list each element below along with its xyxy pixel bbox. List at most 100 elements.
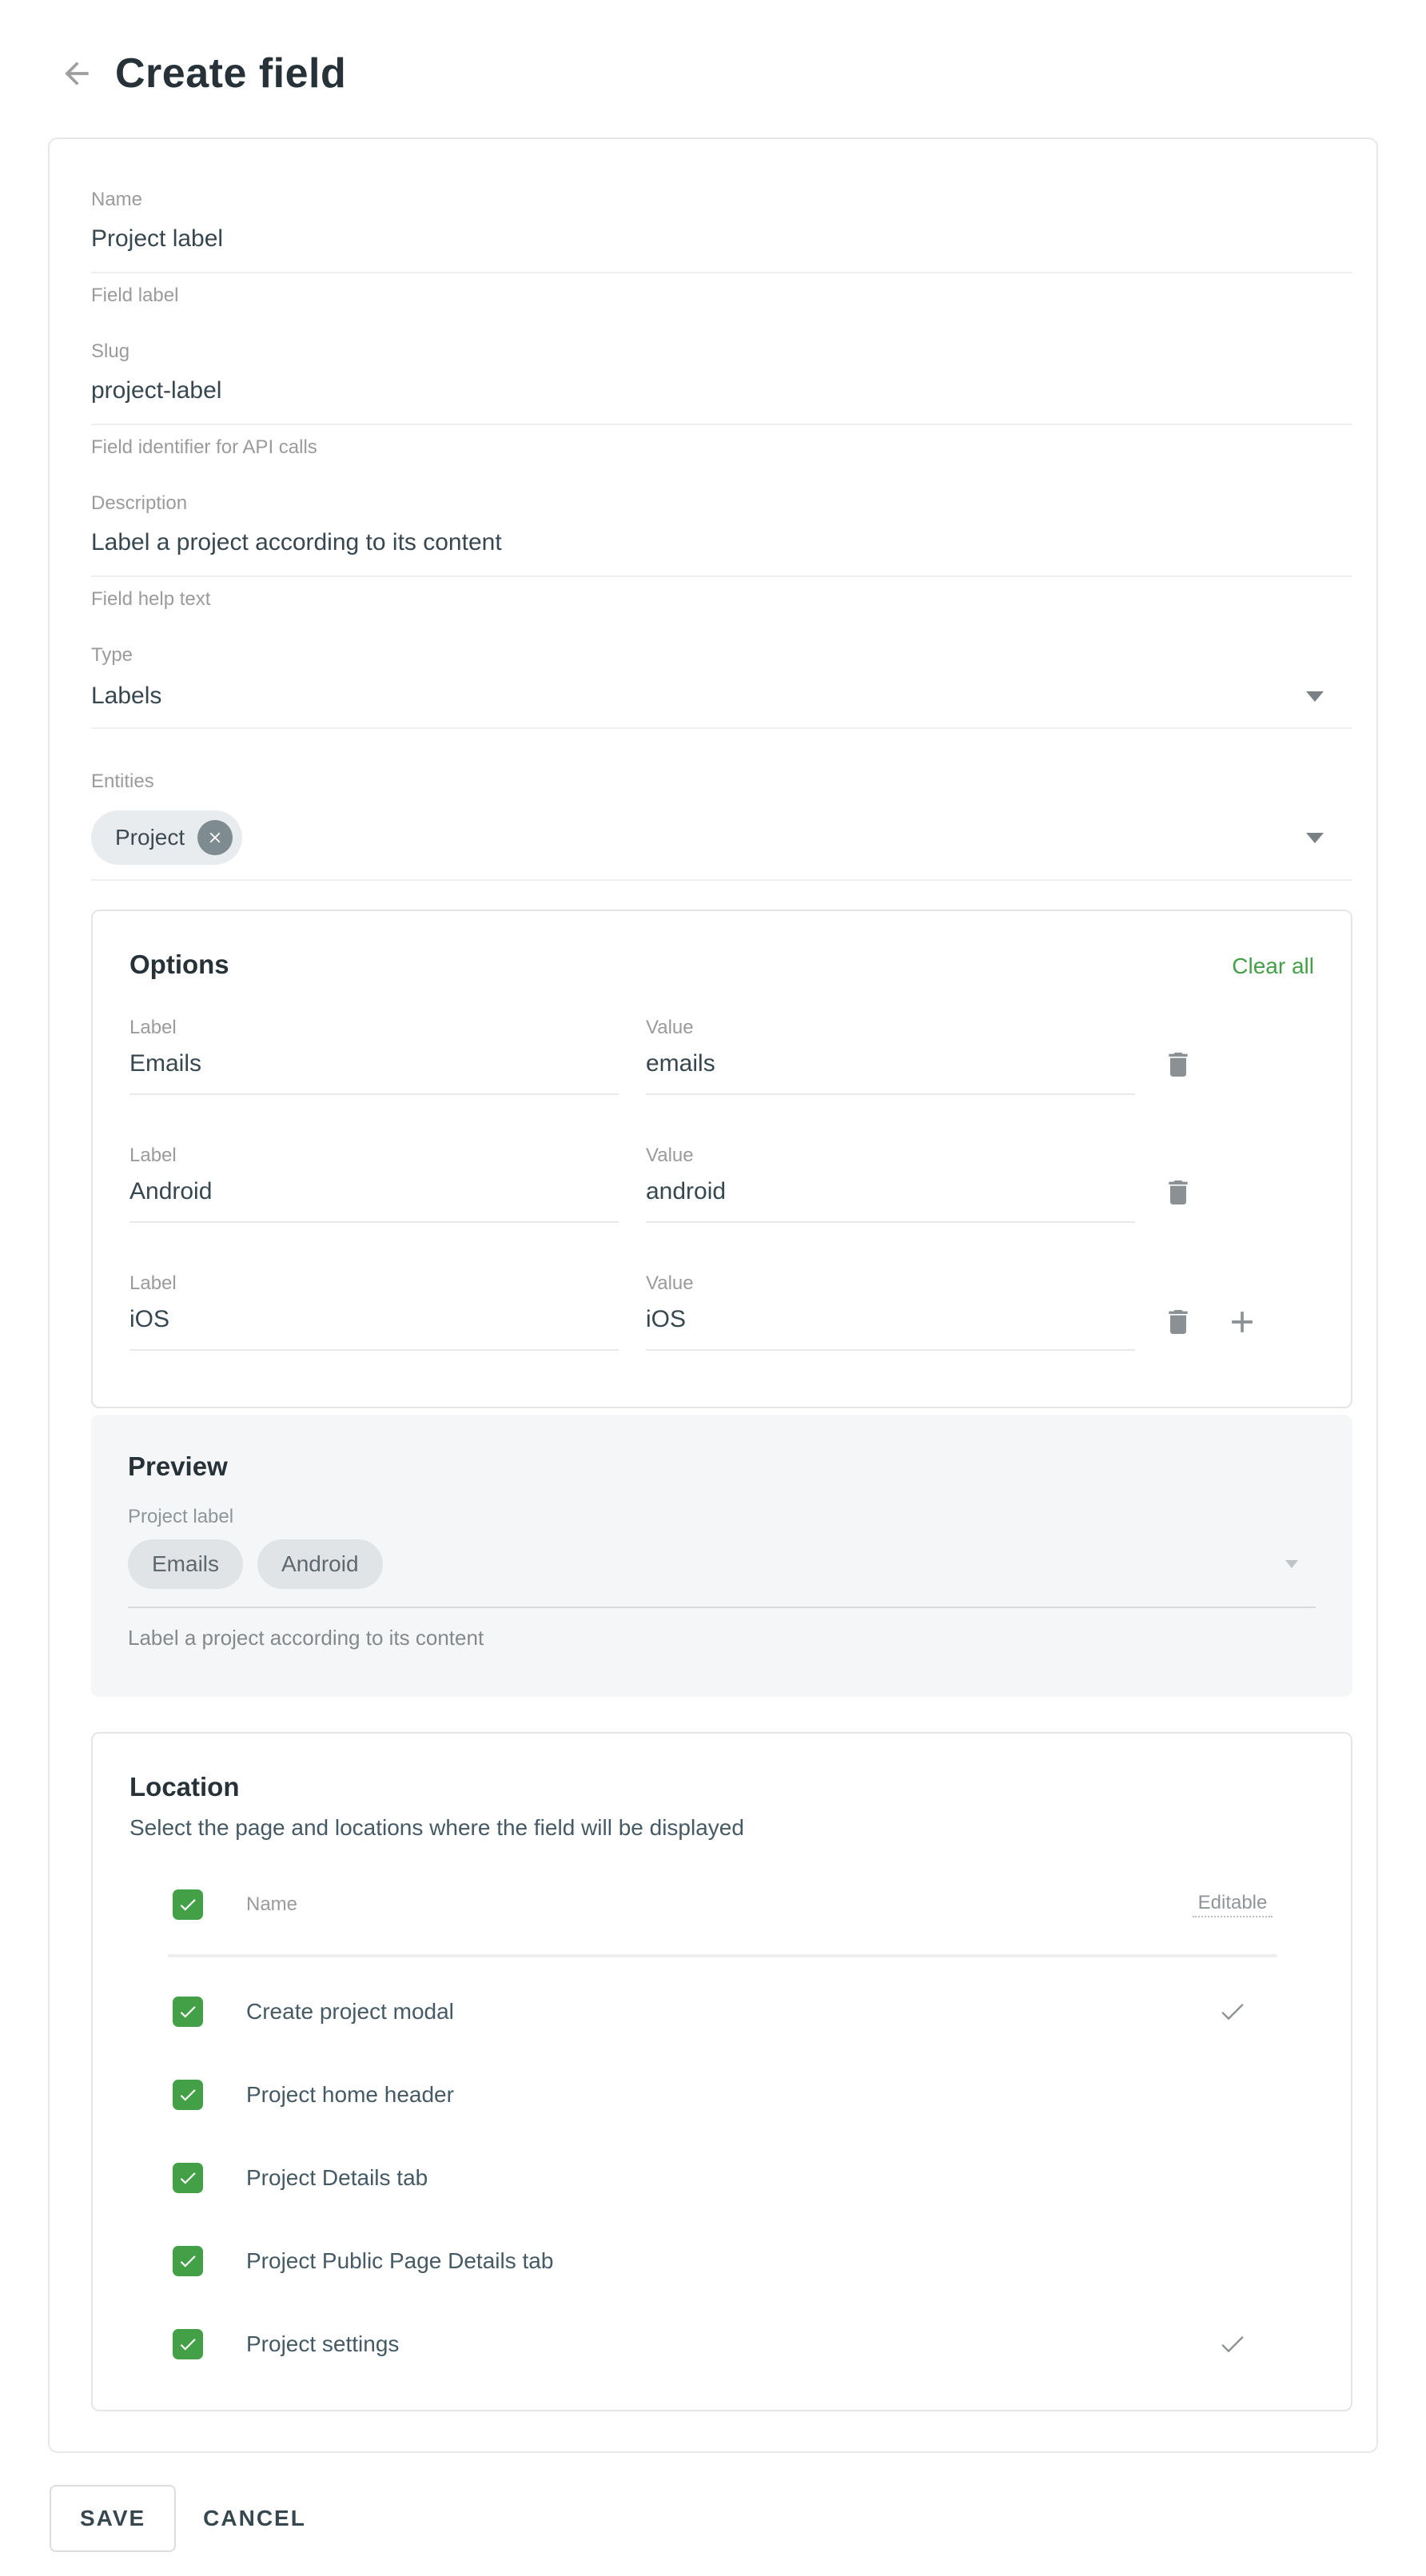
check-icon [177,2334,198,2355]
row-checkbox[interactable] [173,2329,203,2359]
preview-title: Preview [128,1451,1316,1482]
delete-option-button[interactable] [1162,1177,1194,1208]
select-all-checkbox[interactable] [173,1889,203,1920]
name-helper: Field label [91,285,1352,307]
remove-chip-button[interactable] [197,820,233,855]
column-header-editable: Editable [1193,1892,1273,1917]
entity-chip-project[interactable]: Project [91,810,242,865]
back-button[interactable] [56,53,98,94]
trash-icon [1162,1177,1194,1208]
option-row: Label Value [129,1145,1314,1223]
entities-label: Entities [91,770,1352,793]
location-table-header: Name Editable [173,1876,1273,1933]
check-icon [177,2168,198,2188]
name-input[interactable] [91,222,1352,273]
preview-chip: Emails [128,1539,243,1589]
option-label-cell: Label [129,1145,619,1223]
description-helper: Field help text [91,588,1352,611]
caret-down-icon [1285,1560,1298,1568]
page-title: Create field [115,50,346,98]
check-icon [177,2084,198,2105]
clear-all-link[interactable]: Clear all [1232,954,1314,979]
preview-field-label: Project label [128,1506,1316,1528]
location-table: Name Editable Create project modal [129,1876,1314,2373]
location-row: Project settings [173,2315,1273,2373]
slug-input[interactable] [91,374,1352,425]
description-label: Description [91,492,1352,515]
x-icon [206,829,224,846]
option-label-input[interactable] [129,1047,619,1095]
option-value-header: Value [646,1017,1135,1039]
description-input[interactable] [91,526,1352,577]
field-group-description: Description Field help text [91,492,1352,611]
option-label-input[interactable] [129,1175,619,1223]
add-option-button[interactable] [1225,1304,1260,1340]
entity-chip-label: Project [115,825,185,850]
type-select-value: Labels [91,683,161,710]
slug-label: Slug [91,340,1352,363]
preview-section: Preview Project label Emails Android Lab… [91,1415,1352,1697]
name-label: Name [91,189,1352,211]
location-row: Project Public Page Details tab [173,2232,1273,2290]
check-icon [177,1894,198,1915]
cancel-button[interactable]: CANCEL [203,2506,306,2531]
option-label-cell: Label [129,1272,619,1351]
option-label-cell: Label [129,1017,619,1095]
trash-icon [1162,1306,1194,1338]
table-divider [168,1954,1277,1957]
create-field-card: Name Field label Slug Field identifier f… [48,137,1378,2453]
location-row: Project home header [173,2066,1273,2124]
field-group-type: Type Labels [91,644,1352,729]
location-row: Create project modal [173,1983,1273,2040]
editable-check-icon [1217,1996,1249,2028]
location-row-name: Project settings [246,2331,1193,2357]
check-icon [177,2001,198,2022]
preview-chip: Android [257,1539,383,1589]
plus-icon [1225,1304,1260,1340]
field-group-name: Name Field label [91,189,1352,307]
option-label-header: Label [129,1017,619,1039]
slug-helper: Field identifier for API calls [91,436,1352,459]
location-subtitle: Select the page and locations where the … [129,1815,1314,1841]
field-group-entities: Entities Project [91,770,1352,881]
caret-down-icon [1306,833,1324,843]
save-button[interactable]: SAVE [50,2485,176,2552]
row-checkbox[interactable] [173,2080,203,2110]
option-row: Label Value [129,1017,1314,1095]
option-label-input[interactable] [129,1303,619,1351]
type-select[interactable]: Labels [91,678,1352,729]
preview-helper: Label a project according to its content [128,1626,1316,1650]
row-checkbox[interactable] [173,2246,203,2276]
column-header-name: Name [246,1893,1193,1916]
location-row-name: Project home header [246,2082,1193,2108]
option-value-cell: Value [646,1145,1135,1223]
location-row-name: Create project modal [246,1999,1193,2025]
option-value-input[interactable] [646,1175,1135,1223]
option-value-header: Value [646,1145,1135,1167]
type-label: Type [91,644,1352,667]
row-checkbox[interactable] [173,1997,203,2027]
options-section: Options Clear all Label Value [91,910,1352,1408]
caret-down-icon [1306,691,1324,702]
delete-option-button[interactable] [1162,1049,1194,1081]
location-row: Project Details tab [173,2149,1273,2207]
location-section: Location Select the page and locations w… [91,1732,1352,2411]
action-bar: SAVE CANCEL [50,2485,1426,2552]
delete-option-button[interactable] [1162,1306,1194,1338]
preview-select[interactable]: Emails Android [128,1539,1316,1608]
option-label-header: Label [129,1145,619,1167]
option-row: Label Value [129,1272,1314,1351]
options-title: Options [129,950,229,980]
location-title: Location [129,1772,1314,1802]
option-value-input[interactable] [646,1303,1135,1351]
field-group-slug: Slug Field identifier for API calls [91,340,1352,459]
option-value-input[interactable] [646,1047,1135,1095]
editable-check-icon [1217,2328,1249,2360]
entities-select[interactable]: Project [91,804,1352,881]
option-value-cell: Value [646,1272,1135,1351]
option-value-cell: Value [646,1017,1135,1095]
location-row-name: Project Public Page Details tab [246,2248,1193,2274]
check-icon [177,2251,198,2271]
option-label-header: Label [129,1272,619,1295]
row-checkbox[interactable] [173,2163,203,2193]
